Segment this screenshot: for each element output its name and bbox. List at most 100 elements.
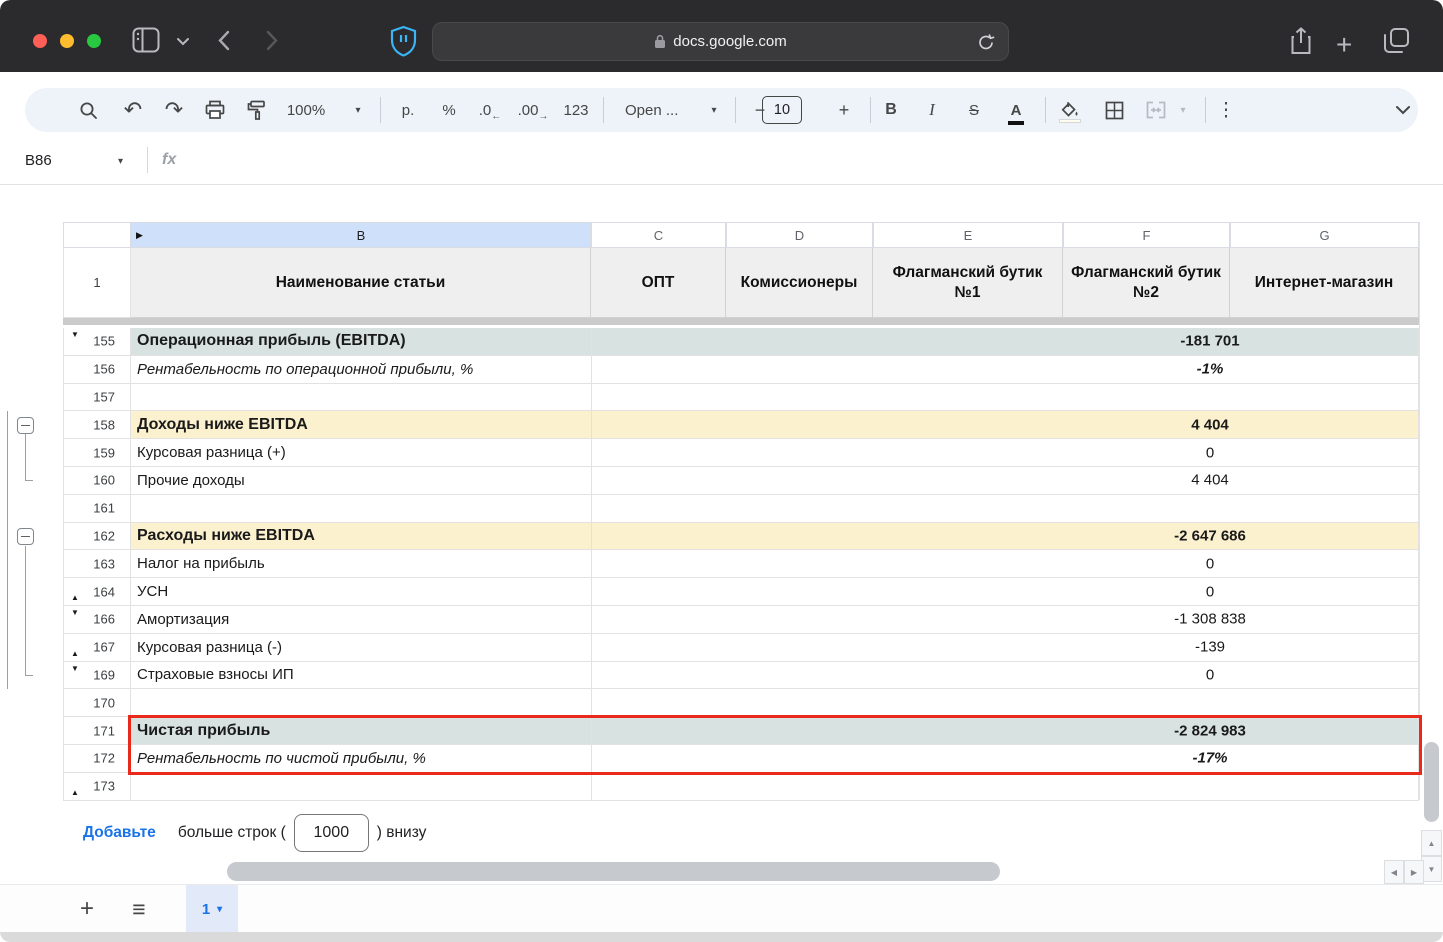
content-blocker-shield-icon[interactable] [389,25,418,62]
forward-button[interactable] [266,30,278,56]
reload-icon[interactable] [976,32,996,57]
row-label-cell[interactable]: Прочие доходы [131,467,591,495]
fill-color-icon[interactable] [1056,88,1084,132]
row-label-cell[interactable] [131,495,591,523]
italic-button[interactable]: I [918,88,946,132]
select-all-corner[interactable] [63,222,131,248]
row-header-156[interactable]: 156 [63,356,131,384]
new-tab-button[interactable]: + [1336,29,1352,61]
row-header-163[interactable]: 163 [63,550,131,578]
row-header-160[interactable]: 160 [63,467,131,495]
column-header-F[interactable]: F [1063,222,1230,248]
hidden-rows-up-icon[interactable]: ▲ [71,650,79,658]
row-value-cell[interactable]: 4 404 [591,467,1419,495]
row-header-171[interactable]: 171 [63,717,131,745]
collapse-group-button[interactable] [17,417,34,434]
increase-decimal-button[interactable]: .00→ [514,88,552,132]
borders-icon[interactable] [1100,88,1128,132]
row-value-cell[interactable]: -1 308 838 [591,606,1419,634]
vertical-scrollbar-thumb[interactable] [1424,742,1439,822]
column-header-B[interactable]: B▶ [131,222,591,248]
row-header-155[interactable]: 155▼ [63,328,131,356]
add-rows-count-input[interactable] [294,814,369,852]
column-header-G[interactable]: G [1230,222,1419,248]
add-sheet-button[interactable]: + [72,885,102,933]
row-value-cell[interactable] [591,384,1419,412]
row-label-cell[interactable]: Расходы ниже EBITDA [131,523,591,551]
sidebar-chevron-down-icon[interactable] [176,33,190,51]
bold-button[interactable]: B [877,88,905,132]
row-header-167[interactable]: 167▲ [63,634,131,662]
row-label-cell[interactable]: Доходы ниже EBITDA [131,411,591,439]
row-header-173[interactable]: 173▲ [63,773,131,801]
row-header-1[interactable]: 1 [63,248,131,318]
back-button[interactable] [218,30,230,56]
row-value-cell[interactable]: 0 [591,550,1419,578]
horizontal-scrollbar-thumb[interactable] [227,862,1000,881]
font-size-input[interactable]: 10 [762,96,802,124]
hide-menus-chevron-icon[interactable] [1385,88,1421,132]
row-label-cell[interactable] [131,773,591,801]
hidden-rows-down-icon[interactable]: ▼ [71,331,79,339]
name-box[interactable]: B86 [25,135,52,185]
sheet-tab-1[interactable]: 1 ▾ [186,885,238,933]
more-formats-button[interactable]: 123 [558,88,594,132]
row-value-cell[interactable]: 0 [591,578,1419,606]
header-cell[interactable]: Комиссионеры [726,248,873,318]
decrease-decimal-button[interactable]: .0← [473,88,507,132]
row-value-cell[interactable] [591,773,1419,801]
column-header-D[interactable]: D [726,222,873,248]
row-value-cell[interactable]: -1% [591,356,1419,384]
hidden-rows-down-icon[interactable]: ▼ [71,609,79,617]
row-header-170[interactable]: 170 [63,689,131,717]
header-cell[interactable]: Интернет-магазин [1230,248,1419,318]
print-icon[interactable] [200,88,230,132]
row-value-cell[interactable]: 0 [591,662,1419,690]
row-label-cell[interactable]: Страховые взносы ИП [131,662,591,690]
hidden-rows-down-icon[interactable]: ▼ [71,665,79,673]
increase-font-size-button[interactable]: + [831,88,857,132]
header-cell[interactable]: Флагманский бутик №2 [1063,248,1230,318]
row-header-172[interactable]: 172 [63,745,131,773]
row-label-cell[interactable]: Операционная прибыль (EBITDA) [131,328,591,356]
zoom-window-button[interactable] [87,34,101,48]
sidebar-toggle-icon[interactable] [132,27,160,58]
row-value-cell[interactable]: 4 404 [591,411,1419,439]
collapse-group-button[interactable] [17,528,34,545]
row-value-cell[interactable] [591,689,1419,717]
hidden-column-a-icon[interactable]: ▶ [136,230,143,241]
strikethrough-button[interactable]: S [960,88,988,132]
row-header-161[interactable]: 161 [63,495,131,523]
column-header-C[interactable]: C [591,222,726,248]
header-cell[interactable]: Наименование статьи [131,248,591,318]
row-header-169[interactable]: 169▼ [63,662,131,690]
row-label-cell[interactable]: УСН [131,578,591,606]
row-label-cell[interactable]: Рентабельность по операционной прибыли, … [131,356,591,384]
row-value-cell[interactable]: -181 701 [591,328,1419,356]
header-cell[interactable]: Флагманский бутик №1 [873,248,1063,318]
name-box-caret-icon[interactable]: ▾ [118,156,123,167]
row-value-cell[interactable]: 0 [591,439,1419,467]
minimize-window-button[interactable] [60,34,74,48]
scroll-down-button[interactable]: ▼ [1421,856,1442,882]
scroll-left-button[interactable]: ◀ [1384,860,1404,884]
paint-format-icon[interactable] [241,88,271,132]
currency-format-button[interactable]: р. [393,88,423,132]
font-select[interactable]: Open ... [617,88,697,132]
row-label-cell[interactable]: Налог на прибыль [131,550,591,578]
hidden-rows-up-icon[interactable]: ▲ [71,594,79,602]
row-label-cell[interactable]: Амортизация [131,606,591,634]
column-header-E[interactable]: E [873,222,1063,248]
percent-format-button[interactable]: % [434,88,464,132]
merge-cells-icon[interactable] [1142,88,1170,132]
row-label-cell[interactable]: Курсовая разница (+) [131,439,591,467]
redo-icon[interactable]: ↷ [159,88,189,132]
tab-overview-icon[interactable] [1383,27,1410,59]
row-label-cell[interactable]: Курсовая разница (-) [131,634,591,662]
scroll-up-button[interactable]: ▲ [1421,830,1442,856]
scroll-right-button[interactable]: ▶ [1404,860,1424,884]
hidden-rows-up-icon[interactable]: ▲ [71,789,79,797]
close-window-button[interactable] [33,34,47,48]
more-toolbar-icon[interactable]: ⋮ [1214,88,1238,132]
share-icon[interactable] [1289,26,1313,61]
